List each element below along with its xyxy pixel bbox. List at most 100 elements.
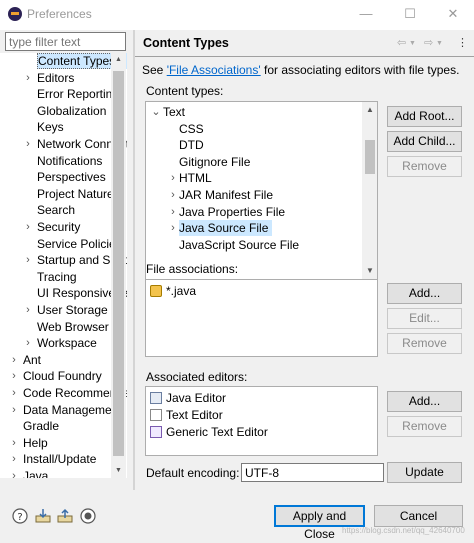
list-item[interactable]: Generic Text Editor — [150, 424, 268, 440]
file-associations-link[interactable]: 'File Associations' — [167, 63, 261, 77]
sidebar-item[interactable]: Data Management — [23, 402, 122, 418]
sidebar-item[interactable]: Search — [37, 202, 75, 218]
forward-icon[interactable]: ⇨ — [424, 36, 433, 49]
sidebar-item[interactable]: Web Browser — [37, 319, 109, 335]
sidebar-item-label: Install/Update — [23, 452, 97, 467]
content-type-item[interactable]: Text — [163, 104, 185, 120]
preference-tree: Content Types Editors › Error Reporting Glob… — [0, 53, 127, 478]
remove-association-button[interactable]: Remove — [387, 333, 462, 354]
sidebar-item[interactable]: Error Reporting — [37, 86, 119, 102]
window-title: Preferences — [27, 7, 92, 21]
filter-input[interactable] — [5, 32, 126, 51]
maximize-button[interactable]: ☐ — [399, 4, 421, 24]
sidebar-item[interactable]: Java — [23, 468, 48, 478]
content-type-item[interactable]: Gitignore File — [179, 154, 250, 170]
sidebar-item[interactable]: Workspace — [37, 335, 97, 351]
add-root-button[interactable]: Add Root... — [387, 106, 462, 127]
content-type-item[interactable]: Java Properties File — [179, 204, 285, 220]
sidebar-item[interactable]: Perspectives — [37, 169, 106, 185]
expand-chevron-icon[interactable]: › — [168, 220, 178, 236]
content-type-item[interactable]: JAR Manifest File — [179, 187, 273, 203]
expand-chevron-icon[interactable]: › — [23, 219, 33, 235]
sidebar-item[interactable]: Keys — [37, 119, 64, 135]
scroll-up-icon[interactable]: ▲ — [111, 56, 126, 63]
cancel-button[interactable]: Cancel — [374, 505, 463, 527]
sidebar-item-label: Globalization — [37, 103, 107, 118]
sidebar-item[interactable]: Editors — [37, 70, 74, 86]
sidebar-item-label: Error Reporting — [37, 87, 120, 102]
expand-chevron-icon[interactable]: › — [23, 70, 33, 86]
expand-chevron-icon[interactable]: › — [23, 302, 33, 318]
scroll-down-icon[interactable]: ▼ — [111, 467, 126, 474]
content-type-item[interactable]: CSS — [179, 121, 204, 137]
tree-scrollbar[interactable]: ▲ ▼ — [111, 53, 126, 478]
scroll-up-icon[interactable]: ▲ — [362, 105, 377, 114]
generic-editor-icon — [150, 426, 162, 438]
content-type-item[interactable]: JavaScript Source File — [179, 237, 299, 253]
sidebar-item[interactable]: Tracing — [37, 269, 77, 285]
expand-chevron-icon[interactable]: › — [23, 136, 33, 152]
sidebar-item[interactable]: Globalization — [37, 103, 106, 119]
sidebar-item[interactable]: Install/Update — [23, 451, 96, 467]
scroll-down-icon[interactable]: ▼ — [362, 266, 377, 275]
default-encoding-input[interactable] — [241, 463, 384, 482]
view-menu-icon[interactable]: ⋮ — [457, 36, 468, 49]
add-editor-button[interactable]: Add... — [387, 391, 462, 412]
expand-chevron-icon[interactable]: › — [9, 368, 19, 384]
add-association-button[interactable]: Add... — [387, 283, 462, 304]
import-icon[interactable] — [35, 508, 51, 524]
sidebar-item[interactable]: Notifications — [37, 153, 102, 169]
expand-chevron-icon[interactable]: › — [9, 435, 19, 451]
apply-and-close-button[interactable]: Apply and Close — [274, 505, 365, 541]
sidebar-item[interactable]: Help — [23, 435, 48, 451]
sidebar-item[interactable]: Project Natures — [37, 186, 120, 202]
content-type-item[interactable]: DTD — [179, 137, 204, 153]
sidebar-item[interactable]: Security — [37, 219, 80, 235]
back-menu-icon[interactable]: ▼ — [409, 40, 416, 47]
back-icon[interactable]: ⇦ — [397, 36, 406, 49]
expand-chevron-icon[interactable]: › — [168, 204, 178, 220]
add-child-button[interactable]: Add Child... — [387, 131, 462, 152]
scrollbar-thumb[interactable] — [365, 140, 375, 174]
sidebar-item[interactable]: Cloud Foundry — [23, 368, 102, 384]
export-icon[interactable] — [57, 508, 73, 524]
scrollbar-thumb[interactable] — [113, 71, 124, 456]
sidebar-item[interactable]: Gradle — [23, 418, 59, 434]
forward-menu-icon[interactable]: ▼ — [436, 40, 443, 47]
content-type-item[interactable]: Java Source File — [179, 220, 273, 237]
file-associations-hint: See 'File Associations' for associating … — [142, 63, 459, 77]
eclipse-icon — [8, 7, 22, 21]
list-item[interactable]: *.java — [150, 283, 196, 299]
expand-chevron-icon[interactable]: › — [168, 187, 178, 203]
expand-chevron-icon[interactable]: › — [9, 402, 19, 418]
sidebar-item-label: Gradle — [23, 419, 60, 434]
edit-association-button[interactable]: Edit... — [387, 308, 462, 329]
expand-chevron-icon[interactable]: › — [9, 385, 19, 401]
expand-chevron-icon[interactable]: › — [168, 170, 178, 186]
associated-editors-list[interactable]: Java Editor Text Editor Generic Text Edi… — [145, 386, 378, 456]
list-item[interactable]: Java Editor — [150, 390, 226, 406]
expand-chevron-icon[interactable]: › — [9, 352, 19, 368]
file-associations-list[interactable]: *.java — [145, 279, 378, 357]
sidebar-item[interactable]: Ant — [23, 352, 41, 368]
update-button[interactable]: Update — [387, 462, 462, 483]
close-button[interactable]: ✕ — [442, 4, 464, 24]
minimize-button[interactable]: — — [355, 4, 377, 24]
content-types-tree[interactable]: ⌄ Text CSS DTD Gitignore File › HTML › JAR Manif… — [145, 101, 378, 281]
expand-chevron-icon[interactable]: › — [23, 252, 33, 268]
record-icon[interactable] — [80, 508, 96, 524]
content-types-scrollbar[interactable]: ▲ ▼ — [362, 102, 377, 280]
list-item[interactable]: Text Editor — [150, 407, 223, 423]
sidebar-item-label: Notifications — [37, 153, 103, 168]
expand-chevron-icon[interactable]: › — [9, 468, 19, 478]
content-type-item[interactable]: HTML — [179, 170, 212, 186]
help-icon[interactable]: ? — [12, 508, 28, 524]
remove-editor-button[interactable]: Remove — [387, 416, 462, 437]
svg-text:?: ? — [17, 512, 22, 523]
sidebar-item[interactable]: Service Policies — [37, 236, 122, 252]
remove-content-type-button[interactable]: Remove — [387, 156, 462, 177]
expand-chevron-icon[interactable]: ⌄ — [151, 104, 161, 120]
sidebar-item[interactable]: User Storage — [37, 302, 108, 318]
expand-chevron-icon[interactable]: › — [23, 335, 33, 351]
expand-chevron-icon[interactable]: › — [9, 451, 19, 467]
